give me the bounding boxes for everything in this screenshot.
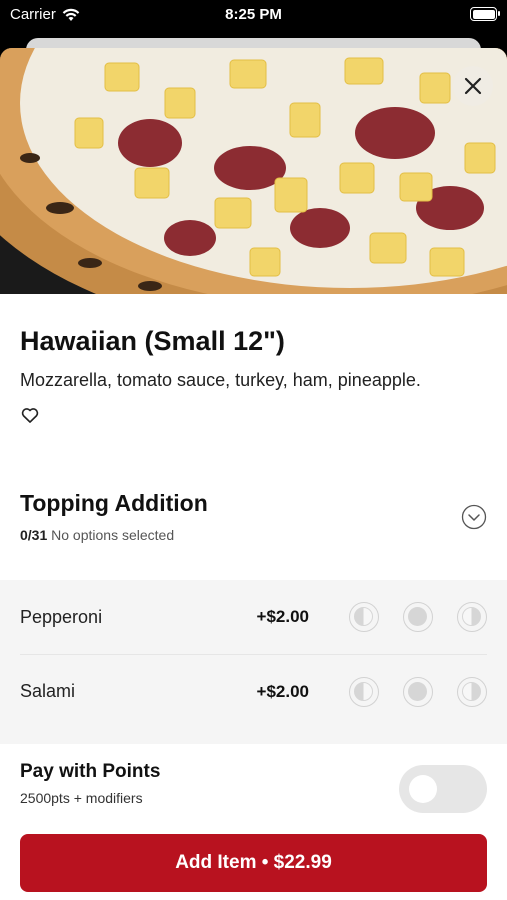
close-icon	[464, 77, 482, 95]
selection-status: No options selected	[51, 527, 175, 543]
option-name: Pepperoni	[20, 606, 103, 627]
item-title: Hawaiian (Small 12")	[20, 326, 285, 356]
left-half-icon[interactable]	[349, 676, 379, 707]
topping-section-header[interactable]: Topping Addition 0/31 No options selecte…	[20, 490, 487, 550]
toggle-knob	[409, 775, 437, 803]
option-name: Salami	[20, 681, 76, 701]
option-price: +$2.00	[256, 681, 309, 701]
pay-with-points: Pay with Points 2500pts + modifiers	[20, 761, 487, 821]
item-detail-sheet: Hawaiian (Small 12") Mozzarella, tomato …	[0, 48, 507, 900]
add-item-button[interactable]: Add Item • $22.99	[20, 834, 487, 892]
right-half-icon[interactable]	[457, 676, 487, 707]
section-subtitle: 0/31 No options selected	[20, 527, 487, 543]
left-half-icon[interactable]	[349, 602, 379, 632]
battery-icon	[470, 7, 500, 21]
topping-option-salami[interactable]: Salami +$2.00	[20, 654, 487, 728]
section-title: Topping Addition	[20, 490, 208, 516]
option-price: +$2.00	[256, 607, 309, 626]
topping-option-pepperoni[interactable]: Pepperoni +$2.00	[20, 580, 487, 654]
status-bar: Carrier 8:25 PM	[0, 0, 507, 30]
clock: 8:25 PM	[225, 6, 282, 23]
item-info: Hawaiian (Small 12") Mozzarella, tomato …	[0, 294, 507, 427]
points-toggle[interactable]	[399, 765, 487, 813]
topping-options-list: Pepperoni +$2.00 Salami +$2.00	[0, 580, 507, 744]
close-button[interactable]	[453, 66, 493, 106]
selection-count: 0/31	[20, 527, 48, 543]
chevron-down-icon[interactable]	[461, 504, 487, 530]
heart-icon	[21, 408, 39, 423]
whole-icon[interactable]	[403, 602, 433, 632]
right-half-icon[interactable]	[457, 602, 487, 632]
item-description: Mozzarella, tomato sauce, turkey, ham, p…	[20, 370, 421, 390]
whole-icon[interactable]	[403, 676, 433, 707]
favorite-button[interactable]	[20, 405, 42, 427]
pizza-image	[0, 48, 507, 294]
